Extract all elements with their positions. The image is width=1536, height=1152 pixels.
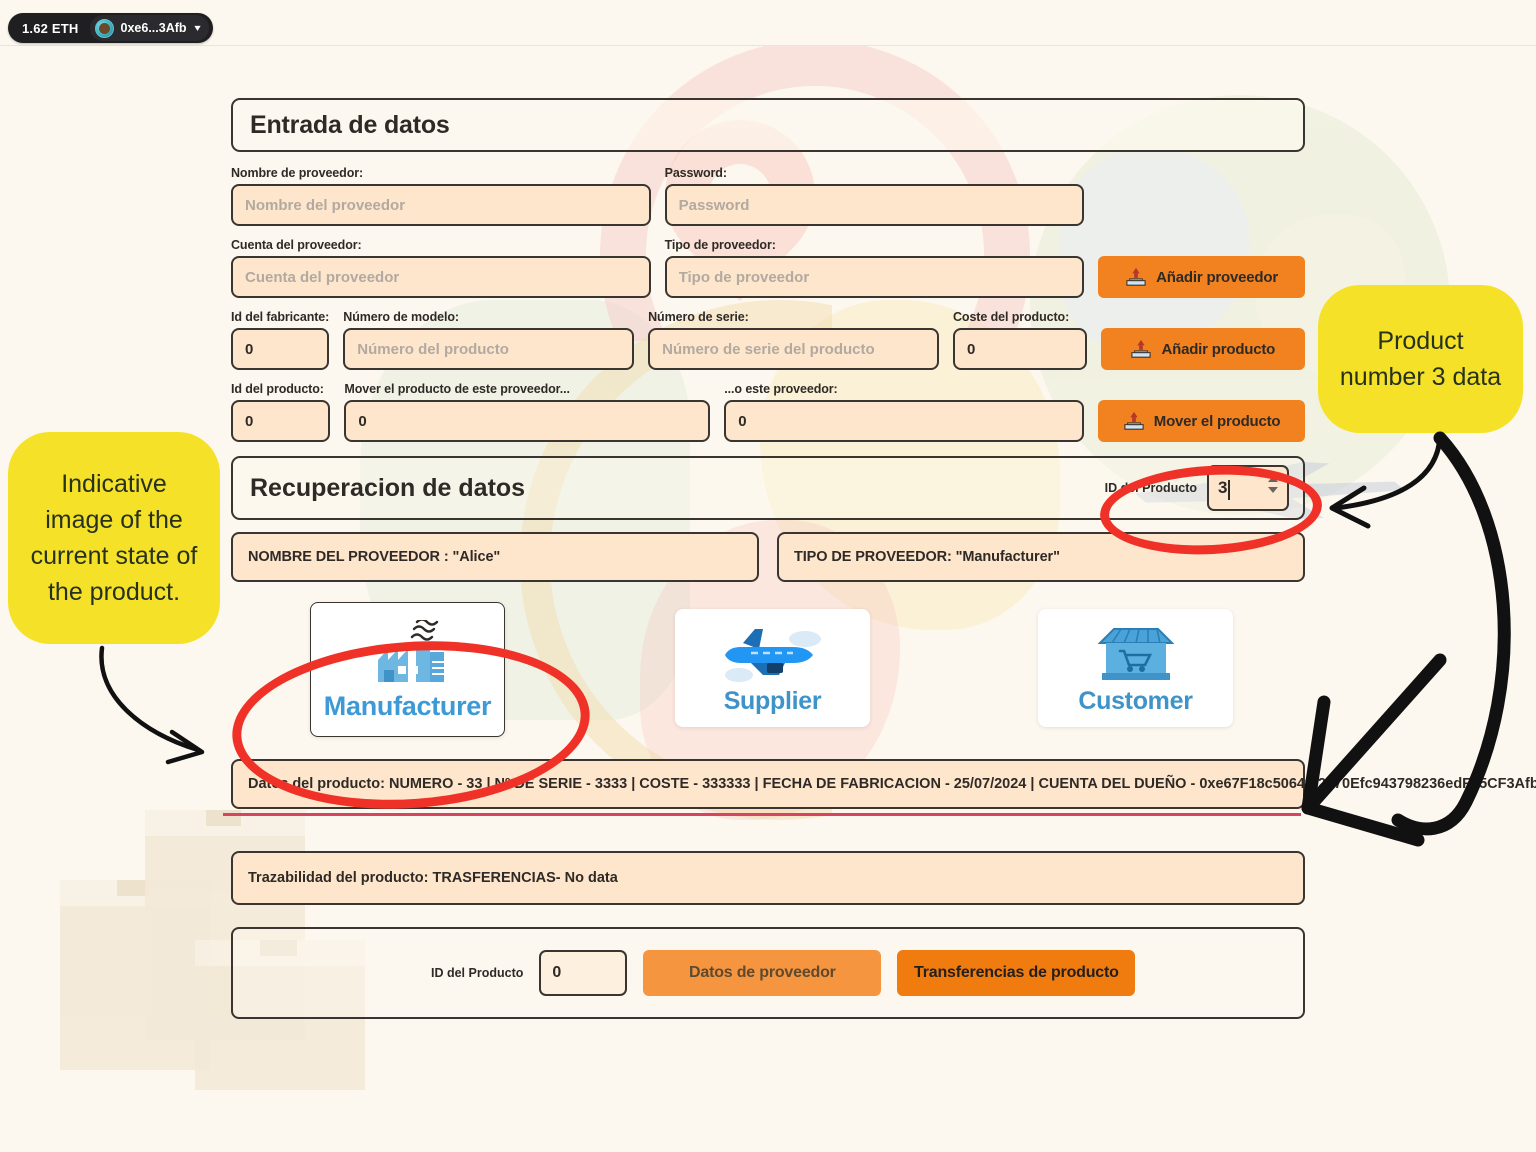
entrada-form: Nombre de proveedor: Password: Cuenta de… [231,166,1305,442]
page-title: Entrada de datos [250,111,450,140]
form-row-2: Cuenta del proveedor: Tipo de proveedor: [231,238,1305,298]
datos-de-proveedor-label: Datos de proveedor [689,964,836,982]
form-row-1: Nombre de proveedor: Password: [231,166,1305,226]
footer-id-producto-input[interactable] [539,950,627,996]
field-numero-modelo: Número de modelo: [343,310,634,370]
datos-producto-bar: Datos del producto: NUMERO - 33 | Nº DE … [231,759,1305,809]
footer-id-producto-label: ID del Producto [431,966,523,980]
id-producto-input[interactable] [231,400,330,442]
recuperacion-de-datos-header: Recuperacion de datos ID del Producto 3 [231,456,1305,520]
password-input[interactable] [665,184,1085,226]
label-id-fabricante: Id del fabricante: [231,310,329,324]
role-card-supplier[interactable]: Supplier [675,609,870,727]
field-mover-desde: Mover el producto de este proveedor... [344,382,710,442]
role-card-manufacturer[interactable]: Manufacturer [310,602,505,737]
coste-producto-input[interactable] [953,328,1087,370]
annotation-arrow-left [80,640,240,790]
label-numero-modelo: Número de modelo: [343,310,634,324]
storefront-cart-icon [1090,623,1182,689]
label-mover-desde: Mover el producto de este proveedor... [344,382,710,396]
nombre-proveedor-result: NOMBRE DEL PROVEEDOR : "Alice" [231,532,759,582]
airplane-icon [717,623,829,689]
tipo-proveedor-input[interactable] [665,256,1085,298]
field-tipo-proveedor: Tipo de proveedor: [665,238,1085,298]
id-producto-stepper-label: ID del Producto [1105,481,1197,495]
field-cuenta-proveedor: Cuenta del proveedor: [231,238,651,298]
form-row-3: Id del fabricante: Número de modelo: Núm… [231,310,1305,370]
label-cuenta-proveedor: Cuenta del proveedor: [231,238,651,252]
upload-import-icon [1123,411,1145,431]
annotation-callout-right-text: Product number 3 data [1336,323,1505,396]
datos-de-proveedor-button[interactable]: Datos de proveedor [643,950,881,996]
role-card-customer[interactable]: Customer [1038,609,1233,727]
upload-import-icon [1125,267,1147,287]
role-label-manufacturer: Manufacturer [324,693,491,720]
mover-producto-button[interactable]: Mover el producto [1098,400,1305,442]
transferencias-de-producto-label: Transferencias de producto [914,964,1119,982]
role-label-supplier: Supplier [724,689,822,714]
annotation-callout-left: Indicative image of the current state of… [8,432,220,644]
proveedor-info-row: NOMBRE DEL PROVEEDOR : "Alice" TIPO DE P… [231,532,1305,582]
annotation-callout-left-text: Indicative image of the current state of… [26,466,202,611]
avatar [95,19,114,38]
trazabilidad-bar: Trazabilidad del producto: TRASFERENCIAS… [231,851,1305,905]
factory-icon [356,619,460,693]
app-root: 1.62 ETH 0xe6...3Afb ▾ Entrada de datos … [0,0,1536,1152]
footer-query-bar: ID del Producto Datos de proveedor Trans… [231,927,1305,1019]
chevron-down-icon[interactable]: ▾ [194,23,200,34]
role-card-group: Manufacturer Suppl [231,602,1305,737]
mover-desde-input[interactable] [344,400,710,442]
anadir-producto-button[interactable]: Añadir producto [1101,328,1305,370]
wallet-balance: 1.62 ETH [8,21,90,36]
wallet-widget[interactable]: 1.62 ETH 0xe6...3Afb ▾ [8,13,213,43]
label-numero-serie: Número de serie: [648,310,939,324]
label-id-producto: Id del producto: [231,382,330,396]
anadir-proveedor-button[interactable]: Añadir proveedor [1098,256,1305,298]
mover-hacia-input[interactable] [724,400,1084,442]
mover-producto-label: Mover el producto [1154,413,1281,430]
bg-package-box-icon [60,880,210,1070]
label-nombre-proveedor: Nombre de proveedor: [231,166,651,180]
field-password: Password: [665,166,1085,226]
annotation-arrow-right-large [1290,430,1536,870]
red-underline-annotation [223,813,1301,816]
field-numero-serie: Número de serie: [648,310,939,370]
trazabilidad-text: Trazabilidad del producto: TRASFERENCIAS… [248,870,618,886]
text-cursor [1228,480,1230,500]
upload-import-icon [1130,339,1152,359]
numero-serie-input[interactable] [648,328,939,370]
transferencias-de-producto-button[interactable]: Transferencias de producto [897,950,1135,996]
field-mover-hacia: ...o este proveedor: [724,382,1084,442]
field-id-fabricante: Id del fabricante: [231,310,329,370]
stepper-down-icon[interactable] [1268,487,1278,493]
main-panel: Entrada de datos Nombre de proveedor: Pa… [231,98,1305,1019]
field-coste-producto: Coste del producto: [953,310,1087,370]
recuperacion-title: Recuperacion de datos [250,474,525,503]
cuenta-proveedor-input[interactable] [231,256,651,298]
label-password: Password: [665,166,1085,180]
entrada-de-datos-header: Entrada de datos [231,98,1305,152]
field-nombre-proveedor: Nombre de proveedor: [231,166,651,226]
label-mover-hacia: ...o este proveedor: [724,382,1084,396]
top-wallet-bar: 1.62 ETH 0xe6...3Afb ▾ [0,0,1536,46]
label-tipo-proveedor: Tipo de proveedor: [665,238,1085,252]
annotation-callout-right: Product number 3 data [1318,285,1523,433]
form-row-4: Id del producto: Mover el producto de es… [231,382,1305,442]
wallet-address: 0xe6...3Afb [121,21,187,35]
id-producto-stepper-value: 3 [1218,478,1227,498]
anadir-producto-label: Añadir producto [1161,341,1275,358]
label-coste-producto: Coste del producto: [953,310,1087,324]
role-label-customer: Customer [1078,689,1192,714]
nombre-proveedor-input[interactable] [231,184,651,226]
stepper-arrows[interactable] [1268,476,1278,493]
field-id-producto: Id del producto: [231,382,330,442]
id-producto-stepper-group: ID del Producto 3 [1105,465,1289,511]
wallet-account-button[interactable]: 0xe6...3Afb ▾ [90,15,209,41]
anadir-proveedor-label: Añadir proveedor [1156,269,1278,286]
numero-modelo-input[interactable] [343,328,634,370]
id-producto-stepper[interactable]: 3 [1207,465,1289,511]
id-fabricante-input[interactable] [231,328,329,370]
stepper-up-icon[interactable] [1268,476,1278,482]
tipo-proveedor-result: TIPO DE PROVEEDOR: "Manufacturer" [777,532,1305,582]
